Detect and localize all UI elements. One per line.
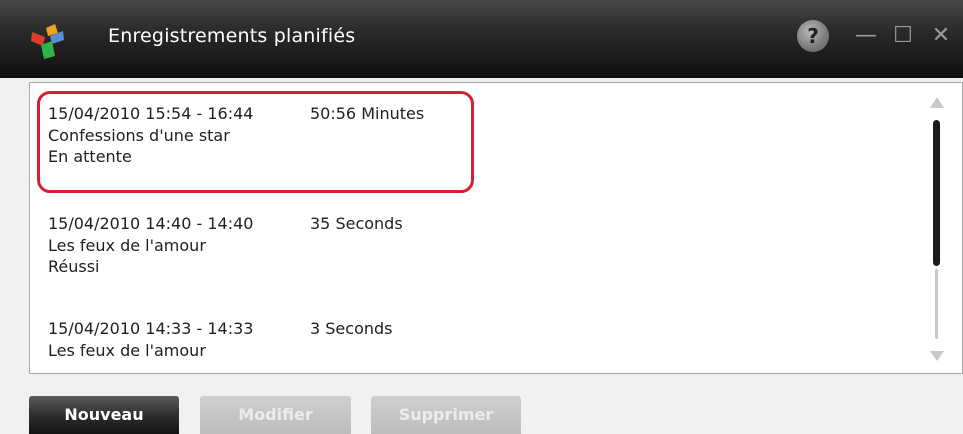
scroll-down-arrow-icon[interactable] — [930, 351, 944, 361]
recording-status: Réussi — [48, 257, 100, 276]
close-icon[interactable]: ✕ — [928, 20, 954, 52]
window-title: Enregistrements planifiés — [108, 25, 356, 47]
list-item[interactable]: 15/04/2010 14:33 - 14:33 3 Seconds Les fe… — [48, 318, 392, 361]
new-button[interactable]: Nouveau — [29, 396, 179, 434]
highlight-annotation — [37, 91, 474, 193]
list-item[interactable]: 15/04/2010 14:40 - 14:40 35 Seconds Les f… — [48, 213, 403, 278]
app-logo-icon — [31, 24, 64, 59]
maximize-icon[interactable]: ☐ — [890, 20, 916, 52]
scheduled-recordings-window: Enregistrements planifiés ? — ☐ ✕ 15/04/… — [0, 0, 963, 434]
edit-button[interactable]: Modifier — [200, 396, 351, 434]
title-bar[interactable]: Enregistrements planifiés ? — ☐ ✕ — [0, 0, 963, 78]
recording-title: Les feux de l'amour — [48, 340, 206, 360]
recording-title: Les feux de l'amour — [48, 235, 206, 255]
recording-duration: 3 Seconds — [310, 319, 393, 338]
minimize-icon[interactable]: — — [853, 20, 879, 52]
help-icon[interactable]: ? — [797, 20, 829, 52]
scrollbar-track[interactable] — [935, 269, 938, 339]
recording-time: 15/04/2010 14:40 - 14:40 — [48, 214, 254, 233]
recordings-list[interactable]: 15/04/2010 15:54 - 16:44 50:56 Minutes Co… — [29, 82, 963, 374]
delete-button[interactable]: Supprimer — [371, 396, 521, 434]
recording-time: 15/04/2010 14:33 - 14:33 — [48, 319, 254, 338]
scrollbar-thumb[interactable] — [933, 120, 940, 266]
scroll-up-arrow-icon[interactable] — [930, 97, 944, 108]
recording-duration: 35 Seconds — [310, 214, 403, 233]
